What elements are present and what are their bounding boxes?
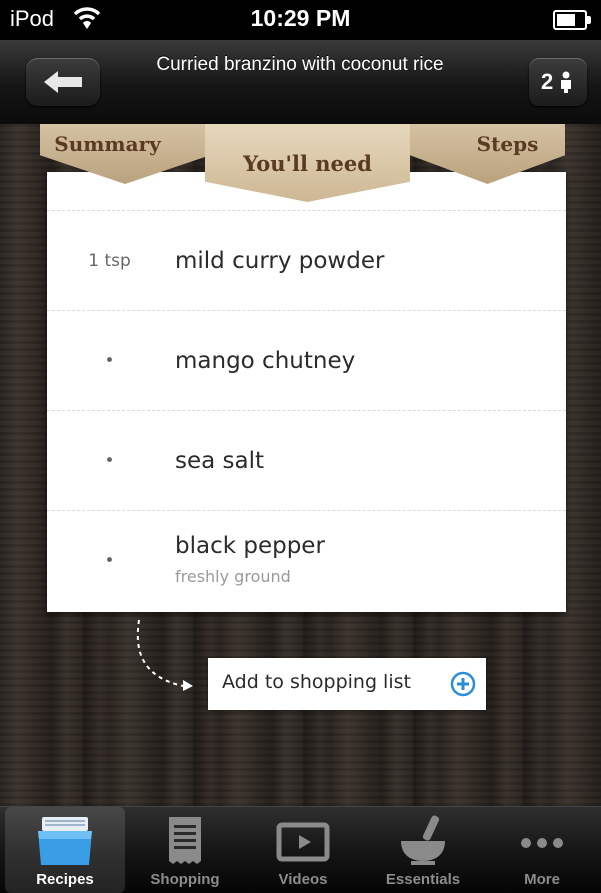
tab-label: Recipes bbox=[36, 871, 94, 888]
ingredient-name: mango chutney bbox=[175, 348, 356, 374]
tab-more[interactable]: More bbox=[482, 807, 601, 893]
ingredient-quantity: • bbox=[104, 451, 115, 471]
tab-label: Steps bbox=[476, 132, 539, 156]
servings-count: 2 bbox=[541, 69, 554, 94]
tab-label: Shopping bbox=[150, 871, 220, 888]
tab-recipes[interactable]: Recipes bbox=[5, 807, 125, 893]
status-bar: iPod 10:29 PM bbox=[0, 0, 601, 40]
recipes-icon bbox=[5, 813, 125, 867]
list-item[interactable]: 1 tsp mild curry powder bbox=[47, 210, 566, 311]
page-title: Curried branzino with coconut rice bbox=[156, 54, 444, 75]
ingredient-quantity: 1 tsp bbox=[88, 251, 131, 271]
dashed-arrow-icon bbox=[136, 619, 193, 691]
tab-label: You'll need bbox=[243, 151, 372, 176]
tab-videos[interactable]: Videos bbox=[243, 807, 363, 893]
tab-label: Essentials bbox=[385, 871, 461, 888]
tab-essentials[interactable]: Essentials bbox=[363, 807, 483, 893]
ingredient-note: freshly ground bbox=[175, 567, 291, 586]
add-to-shopping-list-label: Add to shopping list bbox=[222, 671, 411, 693]
more-icon bbox=[482, 813, 601, 867]
plus-circle-icon bbox=[450, 671, 476, 697]
video-icon bbox=[243, 813, 363, 867]
ingredient-list: 1 tsp mild curry powder • mango chutney … bbox=[47, 172, 566, 612]
tab-bar: Recipes Shopping Videos Essentials More bbox=[0, 806, 601, 893]
list-item[interactable]: • sea salt bbox=[47, 410, 566, 511]
list-item[interactable]: • mango chutney bbox=[47, 310, 566, 411]
ingredient-quantity: • bbox=[104, 351, 115, 371]
shopping-list-icon bbox=[125, 813, 245, 867]
add-to-shopping-list-button[interactable]: Add to shopping list bbox=[208, 658, 486, 710]
mortar-pestle-icon bbox=[363, 813, 483, 867]
battery-icon bbox=[553, 10, 591, 30]
back-button[interactable] bbox=[26, 58, 100, 106]
tab-label: More bbox=[524, 871, 560, 888]
navigation-bar: Curried branzino with coconut rice 2 bbox=[0, 40, 601, 125]
person-icon bbox=[561, 71, 571, 93]
tab-label: Videos bbox=[278, 871, 328, 888]
clock: 10:29 PM bbox=[250, 5, 351, 31]
ingredient-name: mild curry powder bbox=[175, 248, 385, 274]
servings-button[interactable]: 2 bbox=[529, 58, 587, 106]
tab-shopping[interactable]: Shopping bbox=[125, 807, 245, 893]
list-item[interactable]: • black pepper freshly ground bbox=[47, 510, 566, 611]
back-arrow-icon bbox=[44, 71, 82, 93]
tab-label: Summary bbox=[54, 132, 161, 156]
ingredient-quantity: • bbox=[104, 551, 115, 571]
ingredient-name: sea salt bbox=[175, 448, 265, 474]
